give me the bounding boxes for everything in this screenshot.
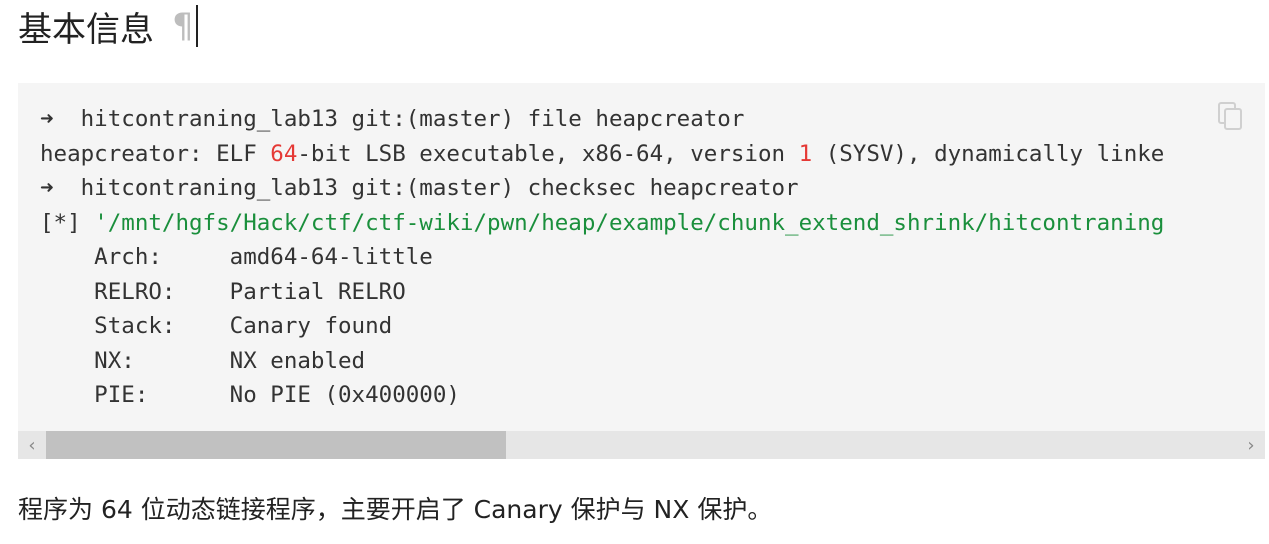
scroll-right-icon[interactable]: › (1237, 431, 1265, 459)
code-token: [*] (40, 209, 95, 236)
code-line: NX: NX enabled (40, 344, 1164, 379)
code-token: '/mnt/hgfs/Hack/ctf/ctf-wiki/pwn/heap/ex… (94, 209, 1165, 236)
code-line: ➜ hitcontraning_lab13 git:(master) check… (40, 171, 1164, 206)
code-token: hitcontraning_lab13 git:(master) file he… (53, 106, 745, 132)
code-line: Arch: amd64-64-little (40, 240, 1164, 275)
code-token: PIE: No PIE (0x400000) (40, 382, 460, 408)
code-line: PIE: No PIE (0x400000) (40, 378, 1164, 413)
code-token: (SYSV), dynamically linke (812, 140, 1165, 167)
code-line: ➜ hitcontraning_lab13 git:(master) file … (40, 102, 1164, 137)
description-paragraph: 程序为 64 位动态链接程序，主要开启了 Canary 保护与 NX 保护。 (18, 495, 773, 524)
horizontal-scrollbar[interactable]: ‹ › (18, 431, 1265, 459)
code-token: heapcreator: ELF (40, 140, 271, 167)
heading-title: 基本信息 (18, 9, 154, 50)
prompt-arrow-icon: ➜ (40, 106, 54, 132)
code-line: heapcreator: ELF 64-bit LSB executable, … (40, 137, 1164, 172)
code-block: ➜ hitcontraning_lab13 git:(master) file … (18, 83, 1265, 459)
code-token: NX: NX enabled (40, 347, 366, 374)
code-token: -bit LSB executable, x86-64, version (297, 140, 799, 167)
section-heading: 基本信息 ¶ (18, 2, 198, 50)
text-cursor (195, 5, 198, 47)
code-line: [*] '/mnt/hgfs/Hack/ctf/ctf-wiki/pwn/hea… (40, 206, 1164, 241)
code-content: ➜ hitcontraning_lab13 git:(master) file … (40, 102, 1164, 413)
code-token: 1 (798, 140, 813, 167)
code-token: RELRO: Partial RELRO (40, 278, 406, 305)
scroll-left-icon[interactable]: ‹ (18, 431, 46, 459)
scrollbar-thumb[interactable] (46, 431, 506, 459)
pilcrow-icon[interactable]: ¶ (172, 6, 194, 46)
prompt-arrow-icon: ➜ (40, 175, 54, 201)
code-token: Arch: amd64-64-little (40, 244, 433, 270)
code-token: Stack: Canary found (40, 313, 393, 339)
code-token: 64 (270, 140, 298, 167)
code-line: Stack: Canary found (40, 309, 1164, 344)
copy-icon[interactable] (1217, 101, 1243, 131)
code-token: hitcontraning_lab13 git:(master) checkse… (53, 175, 799, 201)
code-line: RELRO: Partial RELRO (40, 275, 1164, 310)
